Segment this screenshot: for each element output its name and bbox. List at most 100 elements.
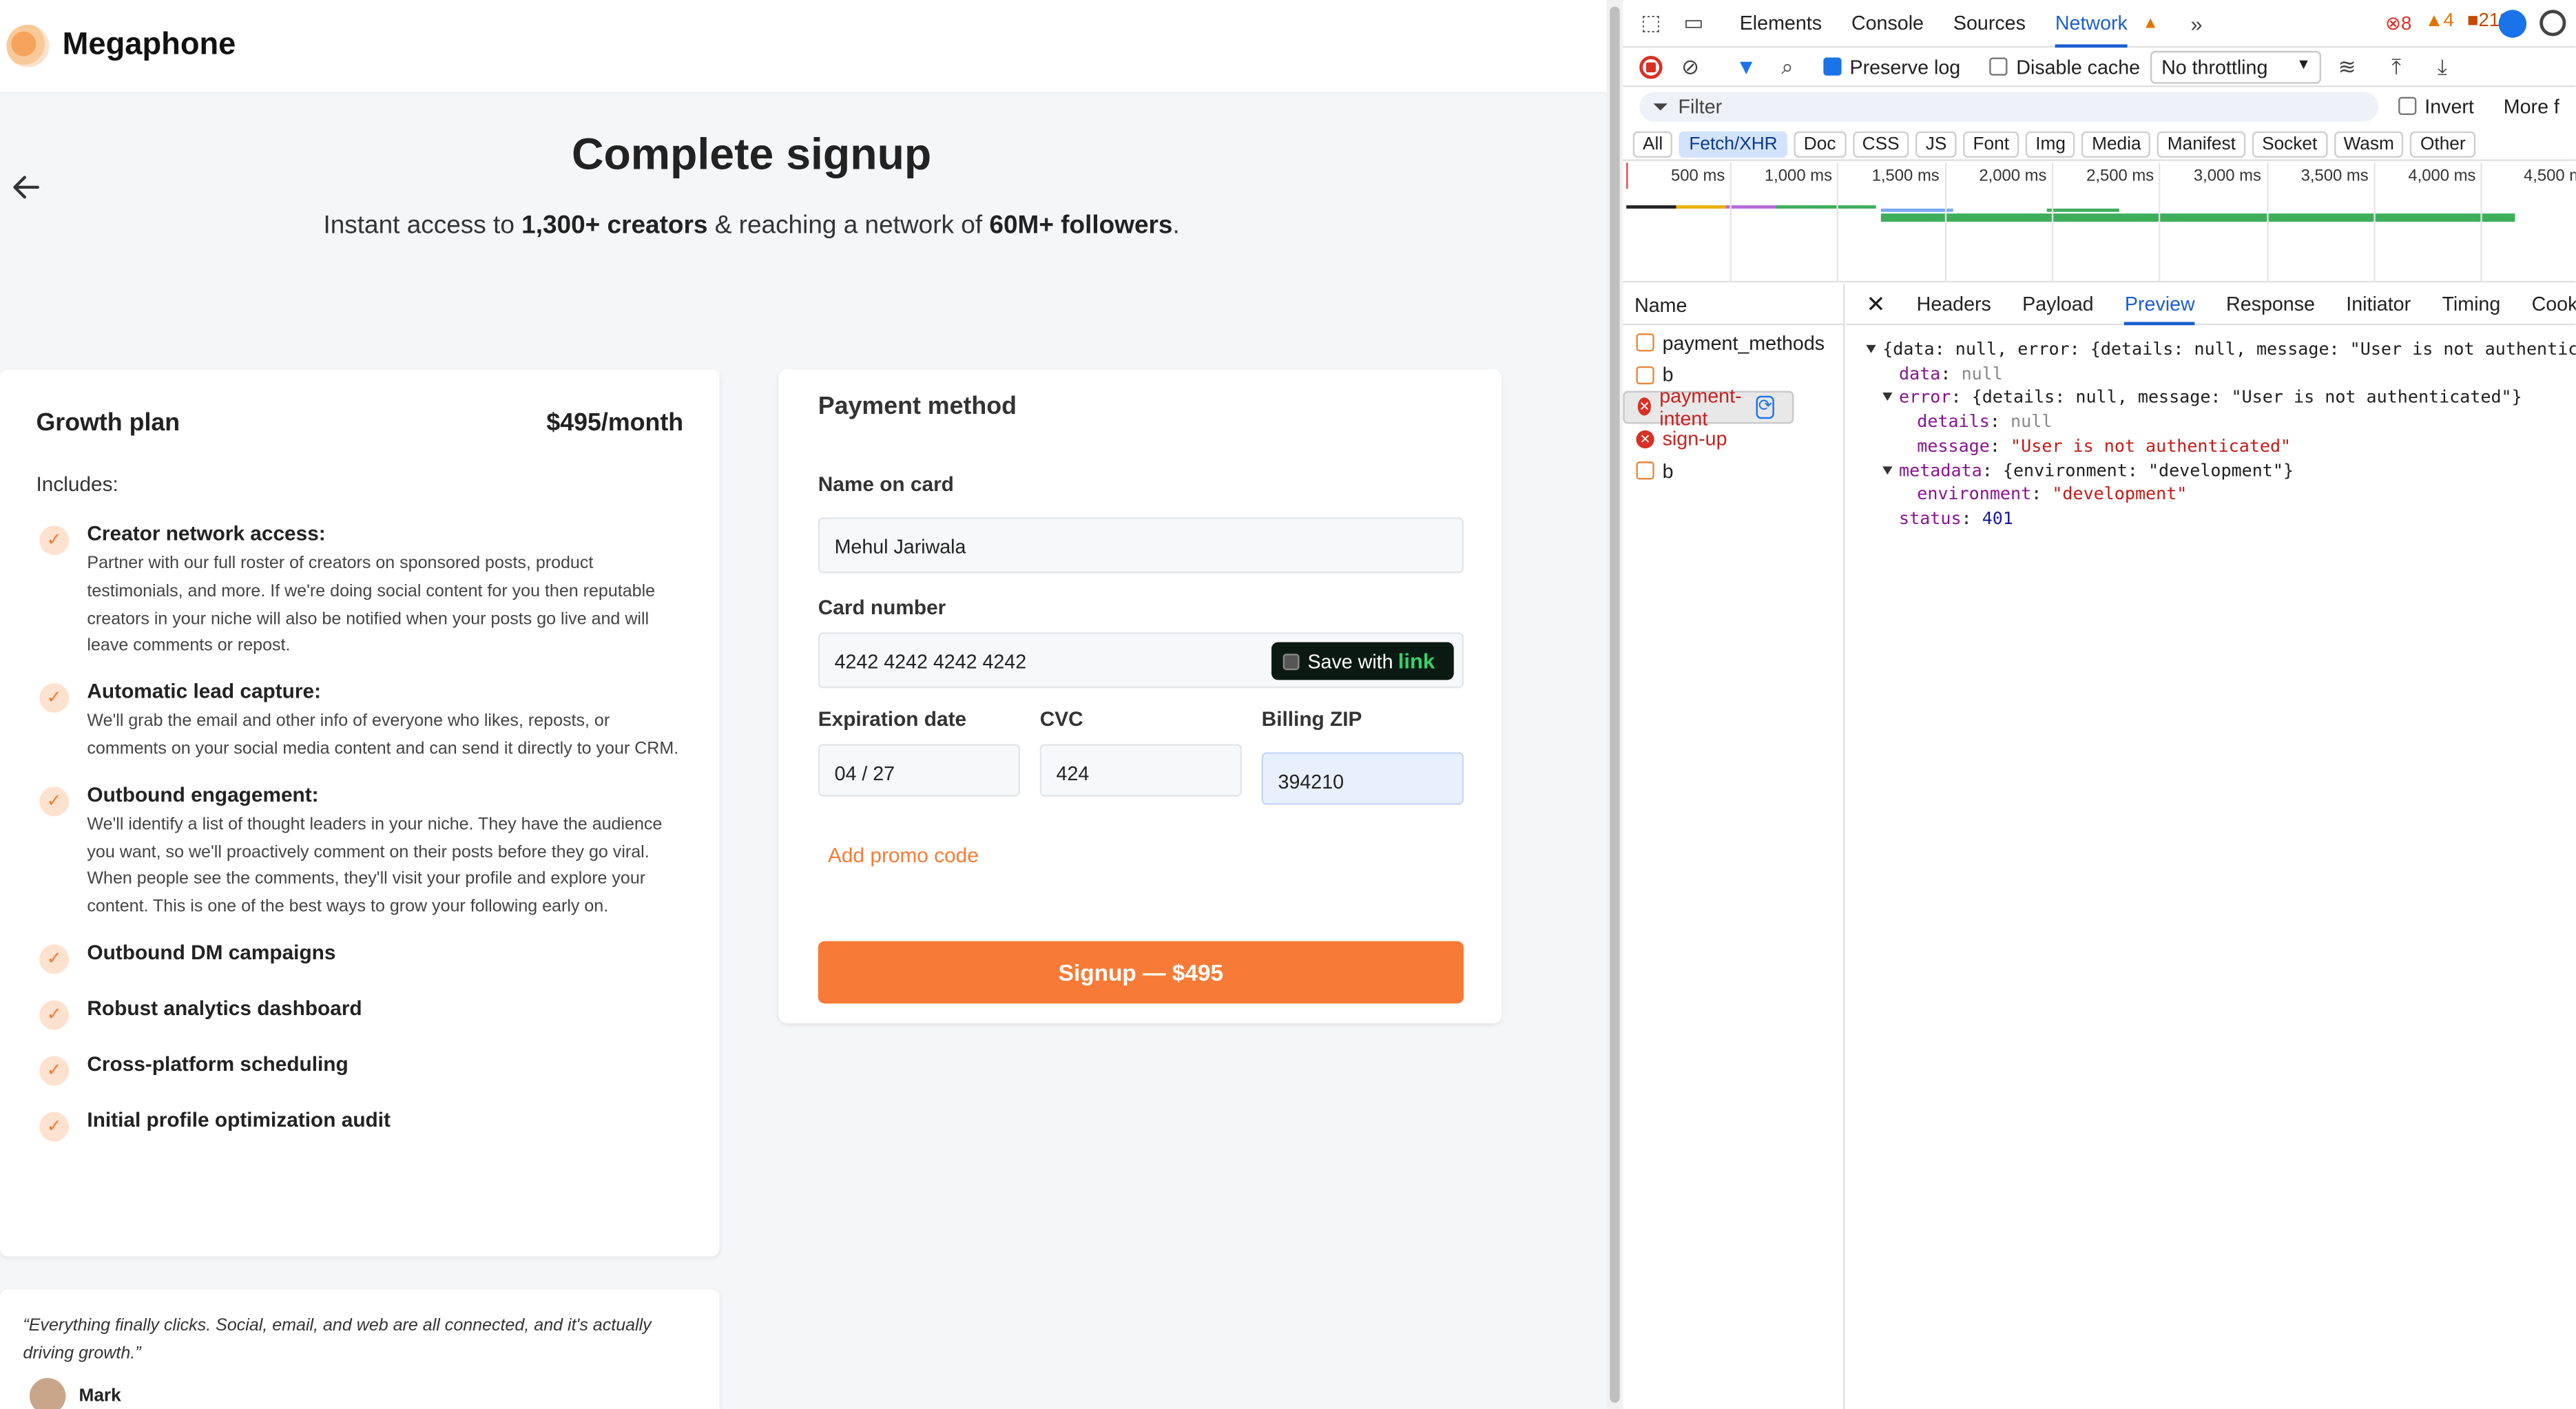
feature-description: We'll grab the email and other info of e…: [87, 711, 679, 759]
record-stop-icon[interactable]: [1639, 54, 1663, 79]
network-timeline[interactable]: 500 ms 1,000 ms 1,500 ms 2,000 ms 2,500 ms 3,…: [1623, 163, 2576, 283]
link-logo: link: [1398, 649, 1435, 674]
filter-chip-doc[interactable]: Doc: [1794, 130, 1846, 157]
network-conditions-icon[interactable]: ≋: [2334, 54, 2360, 80]
scrollbar-thumb[interactable]: [1610, 6, 1620, 1403]
json-error-row[interactable]: error: {details: null, message: "User is…: [1847, 386, 2576, 410]
detail-tab-preview[interactable]: Preview: [2124, 283, 2195, 325]
card-number-value: 4242 4242 4242 4242: [834, 650, 1027, 674]
filter-chip-font[interactable]: Font: [1963, 130, 2019, 157]
detail-tab-initiator[interactable]: Initiator: [2346, 283, 2411, 324]
detail-tab-response[interactable]: Response: [2226, 283, 2315, 324]
timeline-gridline: [2266, 163, 2268, 283]
import-har-icon[interactable]: ⤒: [2383, 54, 2409, 80]
request-name: payment-intent: [1659, 384, 1742, 430]
export-har-icon[interactable]: ⤓: [2429, 54, 2455, 80]
filter-chip-manifest[interactable]: Manifest: [2157, 130, 2246, 157]
warning-count[interactable]: ▲4: [2424, 12, 2453, 34]
close-icon[interactable]: ✕: [1866, 290, 1885, 318]
filter-chip-js[interactable]: JS: [1915, 130, 1957, 157]
device-toolbar-icon[interactable]: ▭: [1681, 10, 1707, 36]
feature-item: ✓ Outbound engagement: We'll identify a li…: [36, 783, 683, 921]
feature-item: ✓ Robust analytics dashboard: [36, 997, 683, 1030]
feature-item: ✓ Initial profile optimization audit: [36, 1109, 683, 1142]
invert-checkbox[interactable]: Invert: [2398, 95, 2474, 118]
timeline-gridline: [2051, 163, 2053, 283]
expiration-input[interactable]: 04 / 27: [818, 744, 1021, 797]
devtools-tab-sources[interactable]: Sources: [1953, 0, 2026, 47]
preserve-log-checkbox[interactable]: Preserve log: [1823, 55, 1960, 78]
detail-tab-payload[interactable]: Payload: [2022, 283, 2093, 324]
filter-input[interactable]: ⏷ Filter: [1639, 92, 2379, 122]
card-number-input[interactable]: 4242 4242 4242 4242 Save with link: [818, 632, 1464, 689]
detail-tab-headers[interactable]: Headers: [1917, 283, 1991, 324]
more-tabs-icon[interactable]: »: [2183, 10, 2210, 36]
filter-chip-img[interactable]: Img: [2025, 130, 2076, 157]
inspect-element-icon[interactable]: ⬚: [1638, 10, 1664, 36]
filter-chip-fetchxhr[interactable]: Fetch/XHR: [1679, 130, 1787, 157]
plan-name: Growth plan: [36, 408, 180, 437]
payment-card: Payment method Name on card Mehul Jariwa…: [778, 369, 1502, 1023]
gear-icon[interactable]: [2539, 10, 2566, 36]
filter-chip-socket[interactable]: Socket: [2252, 130, 2327, 157]
testimonial-card: “Everything finally clicks. Social, emai…: [0, 1289, 720, 1409]
filter-chip-media[interactable]: Media: [2081, 130, 2151, 157]
megaphone-logo-icon[interactable]: [6, 24, 50, 67]
cvc-input[interactable]: 424: [1039, 744, 1243, 797]
signup-button[interactable]: Signup — $495: [818, 941, 1464, 1004]
filter-funnel-icon[interactable]: ▼: [1733, 54, 1759, 80]
more-filters-button[interactable]: More f: [2504, 95, 2559, 118]
devtools-ai-icon[interactable]: [2498, 10, 2527, 38]
filter-chip-wasm[interactable]: Wasm: [2334, 130, 2404, 157]
json-root[interactable]: {data: null, error: {details: null, mess…: [1847, 338, 2576, 362]
name-on-card-input[interactable]: Mehul Jariwala: [818, 517, 1464, 574]
search-icon[interactable]: ⌕: [1774, 54, 1800, 80]
disable-cache-checkbox[interactable]: Disable cache: [1990, 55, 2140, 78]
timeline-tick-label: 500 ms: [1671, 167, 1725, 186]
json-metadata-row[interactable]: metadata: {environment: "development"}: [1847, 459, 2576, 483]
issue-counts[interactable]: ⊗8 ▲4 ■213: [2385, 12, 2510, 34]
filter-chip-other[interactable]: Other: [2410, 130, 2475, 157]
devtools-tab-network[interactable]: Network: [2055, 0, 2128, 47]
checkbox-unchecked-icon: [2398, 96, 2417, 115]
link-checkbox-icon: [1282, 653, 1300, 669]
billing-zip-label: Billing ZIP: [1261, 707, 1362, 731]
name-column-header[interactable]: Name: [1623, 284, 1843, 326]
testimonial-quote: “Everything finally clicks. Social, emai…: [23, 1315, 652, 1364]
add-promo-code-link[interactable]: Add promo code: [828, 844, 979, 867]
feature-body: Creator network access: Partner with our …: [87, 522, 683, 660]
billing-zip-input[interactable]: 394210: [1261, 752, 1464, 805]
json-details-row: details: null: [1917, 412, 2053, 432]
rerun-icon[interactable]: ⟳: [1756, 395, 1774, 419]
feature-title: Cross-platform scheduling: [87, 1052, 349, 1076]
card-number-label: Card number: [818, 596, 946, 620]
timeline-gridline: [2480, 163, 2482, 283]
error-count[interactable]: ⊗8: [2385, 12, 2411, 34]
request-row[interactable]: b: [1623, 455, 1843, 488]
request-row[interactable]: ✕ payment-intent ⟳: [1623, 384, 1794, 430]
error-icon: ✕: [1636, 430, 1654, 448]
feature-title: Initial profile optimization audit: [87, 1108, 391, 1132]
clear-icon[interactable]: ⊘: [1677, 54, 1703, 80]
timeline-tick-label: 1,500 ms: [1871, 167, 1940, 186]
devtools-tab-console[interactable]: Console: [1851, 0, 1924, 47]
detail-tab-cooki[interactable]: Cooki: [2532, 283, 2576, 324]
feature-body: Robust analytics dashboard: [87, 997, 362, 1030]
request-list: Name payment_methods b ✕ payment-intent ⟳ ✕ si…: [1623, 284, 1845, 1409]
testimonial-author: Mark: [79, 1386, 121, 1406]
devtools-tab-elements[interactable]: Elements: [1740, 0, 1822, 47]
page-scrollbar[interactable]: [1606, 0, 1623, 1409]
network-toolbar: ⊘ ▼ ⌕ Preserve log Disable cache No thro…: [1623, 48, 2576, 87]
chevron-down-icon: ▼: [2296, 54, 2312, 72]
save-with-link-button[interactable]: Save with link: [1271, 642, 1454, 680]
json-status-row: status: 401: [1899, 509, 2013, 529]
request-row[interactable]: payment_methods: [1623, 327, 1843, 359]
filter-chip-all[interactable]: All: [1632, 130, 1673, 157]
page-title: Complete signup: [571, 129, 932, 179]
filter-chip-css[interactable]: CSS: [1852, 130, 1909, 157]
cvc-label: CVC: [1039, 707, 1083, 731]
throttling-select[interactable]: No throttling ▼: [2150, 50, 2321, 83]
timeline-bar-main: [1880, 213, 2515, 222]
detail-tab-timing[interactable]: Timing: [2442, 283, 2500, 324]
brand-name[interactable]: Megaphone: [63, 28, 236, 64]
